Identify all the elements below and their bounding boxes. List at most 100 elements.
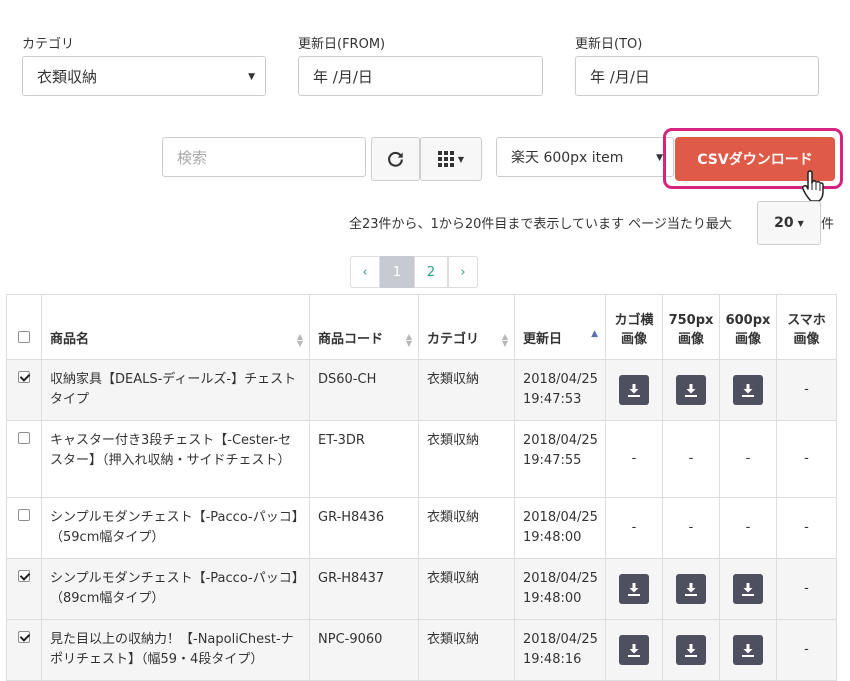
header-code[interactable]: 商品コード ▲ ▼ [309, 294, 419, 360]
download-icon[interactable] [619, 574, 649, 604]
cell-code: NPC-9060 [309, 619, 419, 681]
table-row[interactable]: シンプルモダンチェスト【-Pacco-パッコ】（59cm幅タイプ） GR-H843… [6, 497, 837, 559]
cell-select [6, 619, 42, 681]
cell-cago-image [605, 619, 663, 681]
header-name-label: 商品名 [50, 332, 90, 347]
download-icon[interactable] [733, 574, 763, 604]
product-name: キャスター付き3段チェスト【-Cester-セスター】（押入れ収納・サイドチェス… [50, 433, 292, 468]
table-row[interactable]: シンプルモダンチェスト【-Pacco-パッコ】（89cm幅タイプ） GR-H843… [6, 558, 837, 620]
per-page-select[interactable]: 20 ▼ [757, 201, 821, 245]
cell-750-image [662, 558, 720, 620]
table-row[interactable]: 見た目以上の収納力！【-NapoliChest-ナポリチェスト】（幅59・4段タ… [6, 619, 837, 681]
row-checkbox[interactable] [18, 371, 30, 383]
download-icon[interactable] [676, 574, 706, 604]
cell-600-image [719, 619, 777, 681]
image-type-select[interactable]: 楽天 600px item ▼ [496, 137, 674, 177]
product-category: 衣類収納 [427, 372, 480, 387]
row-checkbox[interactable] [18, 432, 30, 444]
updated-date: 2018/04/25 [523, 571, 598, 586]
caret-down-icon: ▼ [656, 153, 663, 163]
download-icon[interactable] [733, 375, 763, 405]
date-from-placeholder: 年 /月/日 [313, 67, 373, 86]
cell-updated: 2018/04/25 19:47:53 [514, 359, 606, 421]
cell-name: 収納家具【DEALS-ディールズ-】チェストタイプ [41, 359, 310, 421]
select-all-checkbox[interactable] [18, 331, 30, 343]
refresh-icon [388, 151, 403, 167]
columns-toggle-button[interactable]: ▼ [420, 137, 482, 181]
cell-750-image [662, 619, 720, 681]
cell-name: キャスター付き3段チェスト【-Cester-セスター】（押入れ収納・サイドチェス… [41, 420, 310, 498]
cell-750-image: - [662, 420, 720, 498]
cell-600-image [719, 558, 777, 620]
empty-value: - [804, 581, 809, 596]
cell-sp-image: - [776, 497, 837, 559]
cell-select [6, 497, 42, 559]
pager: ‹ 1 2 › [350, 256, 478, 288]
pager-next[interactable]: › [448, 256, 478, 288]
category-select[interactable]: 衣類収納 ▼ [22, 56, 266, 96]
search-input[interactable]: 検索 [162, 137, 366, 177]
updated-date: 2018/04/25 [523, 632, 598, 647]
cell-750-image [662, 359, 720, 421]
cell-600-image: - [719, 497, 777, 559]
updated-time: 19:48:00 [523, 530, 582, 545]
caret-down-icon: ▼ [457, 154, 465, 164]
pager-page-1[interactable]: 1 [380, 256, 414, 288]
product-name: シンプルモダンチェスト【-Pacco-パッコ】（89cm幅タイプ） [50, 571, 299, 606]
header-updated[interactable]: 更新日 ▲ [514, 294, 606, 360]
download-icon[interactable] [676, 375, 706, 405]
sort-icon: ▲ ▼ [296, 332, 303, 348]
hand-cursor-icon [801, 170, 824, 202]
updated-date: 2018/04/25 [523, 510, 598, 525]
updated-time: 19:47:53 [523, 392, 582, 407]
cell-category: 衣類収納 [418, 497, 515, 559]
table-row[interactable]: キャスター付き3段チェスト【-Cester-セスター】（押入れ収納・サイドチェス… [6, 420, 837, 498]
cell-select [6, 558, 42, 620]
caret-down-icon: ▼ [797, 218, 804, 228]
download-icon[interactable] [619, 635, 649, 665]
row-checkbox[interactable] [18, 631, 30, 643]
cell-cago-image [605, 558, 663, 620]
cell-sp-image: - [776, 420, 837, 498]
pager-prev[interactable]: ‹ [350, 256, 380, 288]
header-updated-label: 更新日 [523, 332, 563, 347]
sort-icon: ▲ ▼ [405, 332, 412, 348]
product-code: NPC-9060 [318, 632, 383, 647]
cell-updated: 2018/04/25 19:47:55 [514, 420, 606, 498]
download-icon[interactable] [733, 635, 763, 665]
header-name[interactable]: 商品名 ▲ ▼ [41, 294, 310, 360]
header-750-line1: 750px [668, 313, 714, 328]
cell-code: GR-H8437 [309, 558, 419, 620]
empty-value: - [804, 520, 809, 535]
date-to-input[interactable]: 年 /月/日 [575, 56, 819, 96]
empty-value: - [631, 451, 637, 466]
updated-time: 19:48:00 [523, 591, 582, 606]
header-600-line2: 画像 [734, 332, 761, 347]
date-to-placeholder: 年 /月/日 [590, 67, 650, 86]
cell-code: ET-3DR [309, 420, 419, 498]
product-category: 衣類収納 [427, 632, 480, 647]
header-600-line1: 600px [725, 313, 771, 328]
updated-date: 2018/04/25 [523, 433, 598, 448]
product-code: ET-3DR [318, 433, 365, 448]
table-row[interactable]: 収納家具【DEALS-ディールズ-】チェストタイプ DS60-CH 衣類収納 2018… [6, 359, 837, 421]
empty-value: - [688, 520, 694, 535]
updated-date: 2018/04/25 [523, 372, 598, 387]
cell-code: GR-H8436 [309, 497, 419, 559]
row-checkbox[interactable] [18, 570, 30, 582]
header-sp-line2: 画像 [793, 332, 820, 347]
header-select-all [6, 294, 42, 360]
cell-category: 衣類収納 [418, 619, 515, 681]
header-category[interactable]: カテゴリ ▲ ▼ [418, 294, 515, 360]
cell-600-image [719, 359, 777, 421]
cell-category: 衣類収納 [418, 558, 515, 620]
cell-600-image: - [719, 420, 777, 498]
product-name: シンプルモダンチェスト【-Pacco-パッコ】（59cm幅タイプ） [50, 510, 299, 545]
grid-icon [437, 151, 454, 167]
date-from-input[interactable]: 年 /月/日 [298, 56, 543, 96]
pager-page-2[interactable]: 2 [414, 256, 448, 288]
download-icon[interactable] [676, 635, 706, 665]
row-checkbox[interactable] [18, 509, 30, 521]
refresh-button[interactable] [371, 137, 420, 181]
download-icon[interactable] [619, 375, 649, 405]
